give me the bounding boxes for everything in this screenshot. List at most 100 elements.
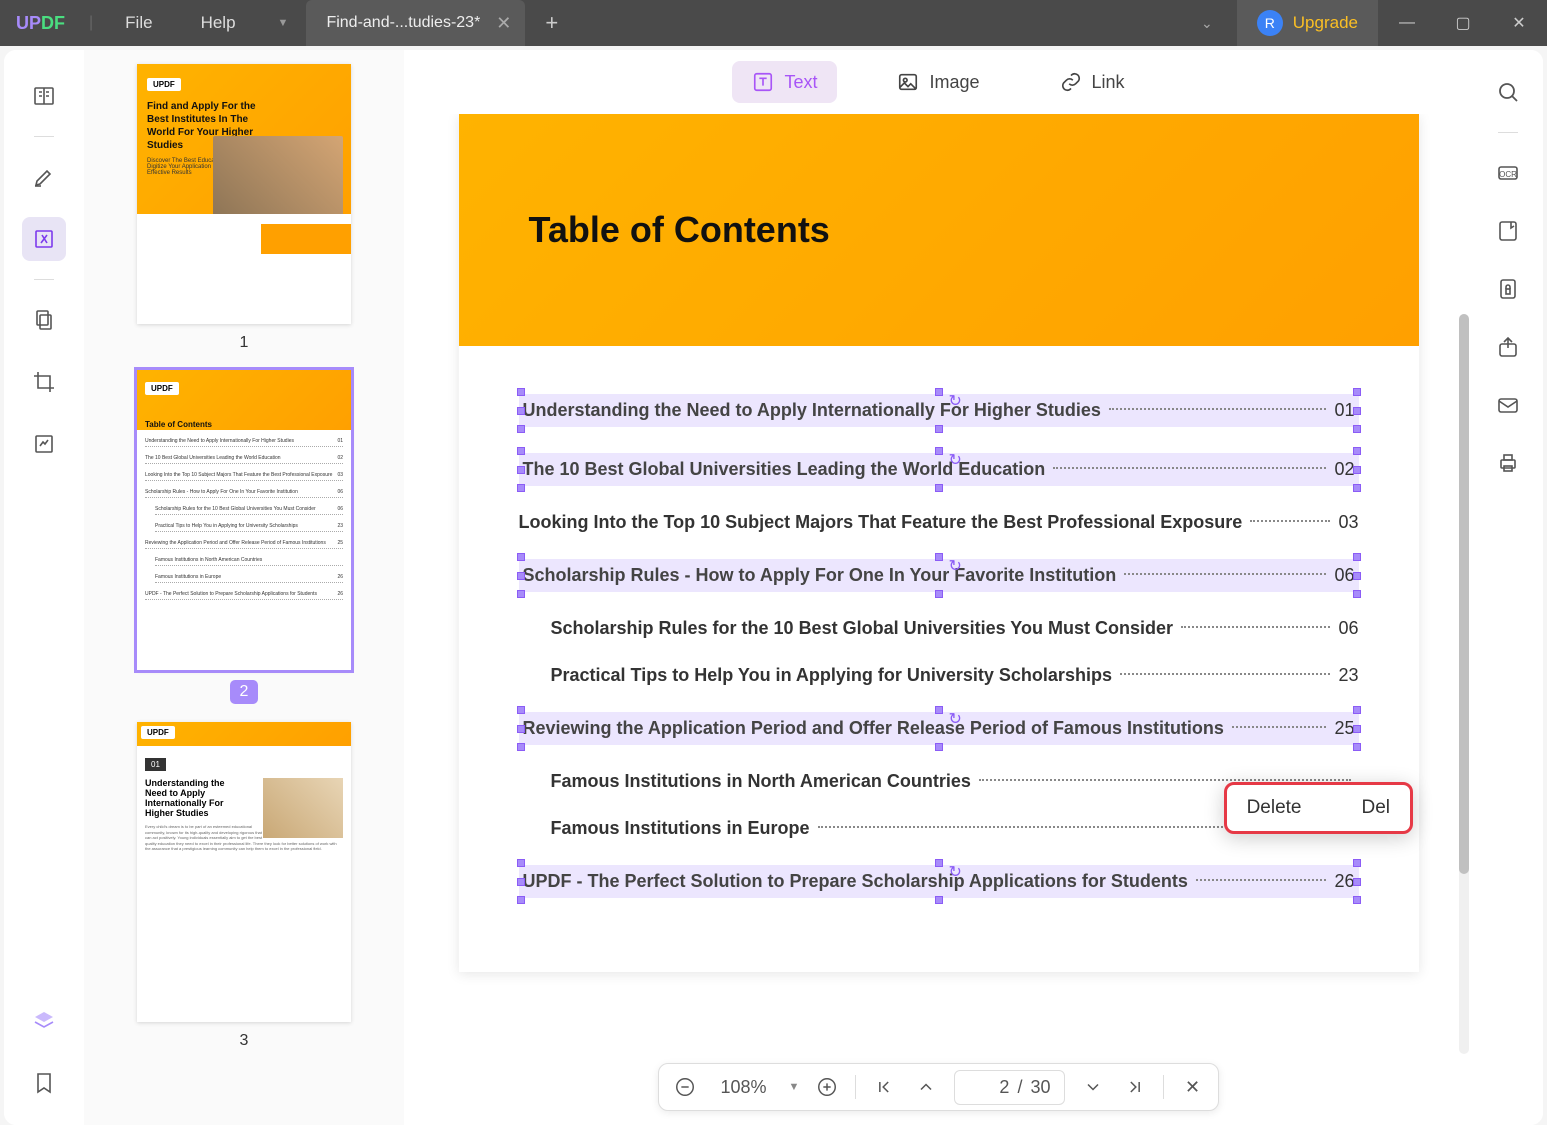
selection-handle[interactable] (935, 896, 943, 904)
selection-handle[interactable] (1353, 725, 1361, 733)
thumbnail-2[interactable]: UPDF Table of Contents Understanding the… (98, 370, 390, 704)
crop-icon[interactable] (22, 360, 66, 404)
context-delete-button[interactable]: Delete (1247, 797, 1302, 819)
selection-handle[interactable] (517, 388, 525, 396)
next-page-button[interactable] (1079, 1073, 1107, 1101)
edit-text-icon[interactable] (22, 217, 66, 261)
zoom-in-button[interactable] (813, 1073, 841, 1101)
rotate-handle-icon[interactable] (949, 708, 969, 728)
selection-handle[interactable] (1353, 425, 1361, 433)
selection-handle[interactable] (1353, 706, 1361, 714)
highlight-icon[interactable] (22, 155, 66, 199)
menu-dropdown-icon[interactable]: ▼ (260, 17, 307, 29)
thumbnail-1[interactable]: UPDF Find and Apply For the Best Institu… (98, 64, 390, 352)
selection-handle[interactable] (517, 590, 525, 598)
selection-handle[interactable] (1353, 447, 1361, 455)
close-button[interactable]: ✕ (1491, 13, 1547, 33)
selection-handle[interactable] (517, 466, 525, 474)
form-icon[interactable] (1490, 213, 1526, 249)
rotate-handle-icon[interactable] (949, 861, 969, 881)
toc-row[interactable]: Reviewing the Application Period and Off… (519, 712, 1359, 745)
edit-link-button[interactable]: Link (1040, 61, 1145, 103)
toc-row[interactable]: UPDF - The Perfect Solution to Prepare S… (519, 865, 1359, 898)
selection-handle[interactable] (1353, 878, 1361, 886)
print-icon[interactable] (1490, 445, 1526, 481)
toc-row[interactable]: The 10 Best Global Universities Leading … (519, 453, 1359, 486)
selection-handle[interactable] (517, 572, 525, 580)
selection-handle[interactable] (1353, 484, 1361, 492)
page-title[interactable]: Table of Contents (529, 209, 830, 251)
rotate-handle-icon[interactable] (949, 449, 969, 469)
thumbnail-3[interactable]: UPDF 01 Understanding the Need to Apply … (98, 722, 390, 1050)
selection-handle[interactable] (1353, 553, 1361, 561)
selection-handle[interactable] (517, 553, 525, 561)
selection-handle[interactable] (517, 725, 525, 733)
toc-row[interactable]: Looking Into the Top 10 Subject Majors T… (519, 512, 1359, 533)
redact-icon[interactable] (22, 422, 66, 466)
minimize-button[interactable]: — (1379, 14, 1435, 32)
tab-close-icon[interactable]: ✕ (496, 13, 511, 34)
selection-handle[interactable] (517, 743, 525, 751)
last-page-button[interactable] (1121, 1073, 1149, 1101)
menu-help[interactable]: Help (177, 13, 260, 33)
selection-handle[interactable] (1353, 743, 1361, 751)
email-icon[interactable] (1490, 387, 1526, 423)
selection-handle[interactable] (935, 388, 943, 396)
search-icon[interactable] (1490, 74, 1526, 110)
selection-handle[interactable] (935, 553, 943, 561)
selection-handle[interactable] (1353, 590, 1361, 598)
prev-page-button[interactable] (912, 1073, 940, 1101)
layers-icon[interactable] (22, 999, 66, 1043)
selection-handle[interactable] (1353, 407, 1361, 415)
first-page-button[interactable] (870, 1073, 898, 1101)
document-viewport[interactable]: Table of Contents Understanding the Need… (404, 114, 1473, 1125)
selection-handle[interactable] (517, 859, 525, 867)
selection-handle[interactable] (935, 859, 943, 867)
selection-handle[interactable] (517, 447, 525, 455)
menu-file[interactable]: File (101, 13, 176, 33)
selection-handle[interactable] (517, 896, 525, 904)
tabs-overflow-icon[interactable]: ⌄ (1177, 15, 1237, 32)
new-tab-button[interactable]: + (525, 10, 578, 36)
selection-handle[interactable] (517, 425, 525, 433)
upgrade-button[interactable]: R Upgrade (1237, 0, 1378, 46)
toc-row[interactable]: Practical Tips to Help You in Applying f… (519, 665, 1359, 686)
document-tab[interactable]: Find-and-...tudies-23* ✕ (306, 0, 525, 46)
selection-handle[interactable] (935, 590, 943, 598)
edit-text-button[interactable]: Text (732, 61, 837, 103)
selection-handle[interactable] (1353, 572, 1361, 580)
selection-handle[interactable] (1353, 859, 1361, 867)
selection-handle[interactable] (517, 407, 525, 415)
protect-icon[interactable] (1490, 271, 1526, 307)
selection-handle[interactable] (935, 484, 943, 492)
toc-leader (1109, 408, 1327, 410)
maximize-button[interactable]: ▢ (1435, 13, 1491, 33)
rotate-handle-icon[interactable] (949, 555, 969, 575)
organize-pages-icon[interactable] (22, 298, 66, 342)
toc-row[interactable]: Understanding the Need to Apply Internat… (519, 394, 1359, 427)
toc-row[interactable]: Scholarship Rules - How to Apply For One… (519, 559, 1359, 592)
scrollbar[interactable] (1459, 314, 1469, 1054)
selection-handle[interactable] (1353, 388, 1361, 396)
ocr-icon[interactable]: OCR (1490, 155, 1526, 191)
selection-handle[interactable] (935, 743, 943, 751)
selection-handle[interactable] (517, 878, 525, 886)
zoom-dropdown-icon[interactable]: ▼ (789, 1081, 800, 1093)
selection-handle[interactable] (517, 484, 525, 492)
bookmark-icon[interactable] (22, 1061, 66, 1105)
selection-handle[interactable] (1353, 896, 1361, 904)
selection-handle[interactable] (935, 447, 943, 455)
toc-text: Reviewing the Application Period and Off… (523, 718, 1224, 739)
zoom-out-button[interactable] (671, 1073, 699, 1101)
selection-handle[interactable] (935, 425, 943, 433)
selection-handle[interactable] (1353, 466, 1361, 474)
edit-image-button[interactable]: Image (877, 61, 999, 103)
page-indicator[interactable]: 2 / 30 (954, 1070, 1065, 1105)
share-icon[interactable] (1490, 329, 1526, 365)
reader-mode-icon[interactable] (22, 74, 66, 118)
rotate-handle-icon[interactable] (949, 390, 969, 410)
selection-handle[interactable] (517, 706, 525, 714)
close-bar-button[interactable]: ✕ (1178, 1073, 1206, 1101)
selection-handle[interactable] (935, 706, 943, 714)
toc-row[interactable]: Scholarship Rules for the 10 Best Global… (519, 618, 1359, 639)
